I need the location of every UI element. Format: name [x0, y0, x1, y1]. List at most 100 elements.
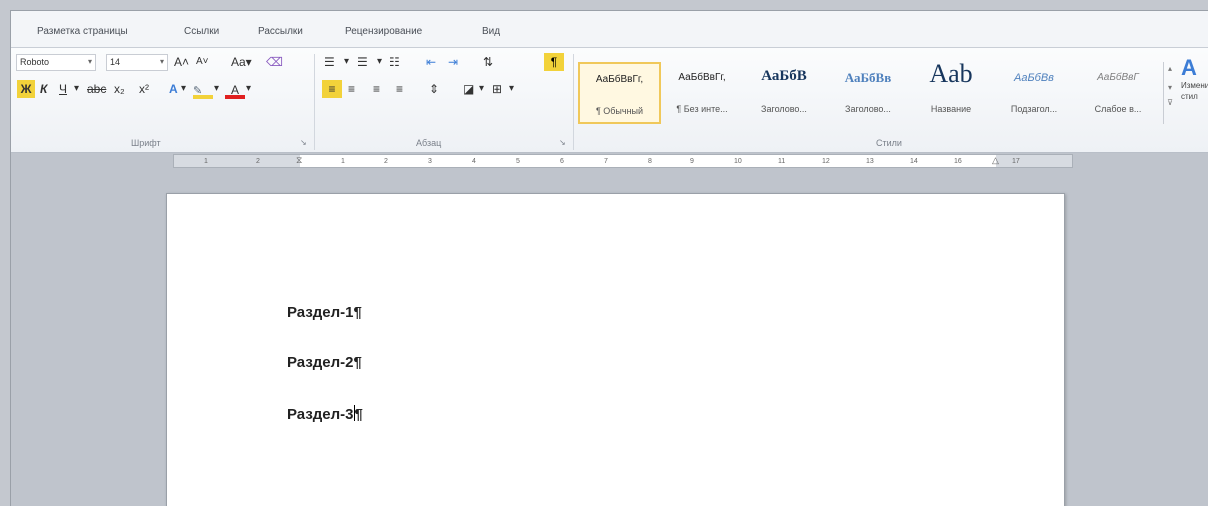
decrease-indent-icon[interactable]: ⇤ — [426, 53, 436, 71]
sort-icon[interactable]: ⇅ — [483, 53, 493, 71]
ruler-right-margin — [996, 155, 1072, 167]
paragraph-2[interactable]: Раздел-2¶ — [287, 354, 362, 371]
ruler-tick: 11 — [778, 158, 786, 165]
align-right-icon[interactable]: ≡ — [373, 80, 380, 98]
ribbon: Roboto ▾ 14 ▾ A˄ A˅ Aa▾ ⌫ Ж К Ч ▾ abc x₂… — [11, 48, 1208, 153]
ruler-tick: 1 — [204, 158, 208, 165]
ruler-tick: 3 — [428, 158, 432, 165]
style-title[interactable]: Aab Название — [910, 59, 992, 124]
right-indent-marker-icon[interactable]: △ — [992, 155, 999, 166]
superscript-button[interactable]: x² — [139, 80, 149, 98]
align-left-icon[interactable]: ≡ — [322, 80, 342, 98]
group-label-styles: Стили — [876, 138, 902, 148]
justify-icon[interactable]: ≡ — [396, 80, 403, 98]
subscript-button[interactable]: x₂ — [114, 80, 125, 98]
ruler-tick: 9 — [690, 158, 694, 165]
ruler-tick: 2 — [256, 158, 260, 165]
underline-button[interactable]: Ч — [59, 80, 67, 98]
chevron-down-icon[interactable]: ▾ — [181, 80, 186, 98]
ruler-tick: 5 — [516, 158, 520, 165]
change-case-button[interactable]: Aa▾ — [231, 53, 252, 71]
chevron-up-icon[interactable]: ▴ — [1164, 64, 1176, 73]
align-center-icon[interactable]: ≡ — [348, 80, 355, 98]
ruler-tick: 14 — [910, 158, 918, 165]
ruler-tick: 1 — [341, 158, 345, 165]
style-normal[interactable]: АаБбВвГг, ¶ Обычный — [578, 62, 661, 124]
document-page[interactable]: Раздел-1¶ Раздел-2¶ Раздел-3¶ — [166, 193, 1065, 506]
ruler-tick: 7 — [604, 158, 608, 165]
style-no-spacing[interactable]: АаБбВвГг, ¶ Без инте... — [663, 62, 741, 124]
group-label-font: Шрифт — [131, 138, 161, 148]
dialog-launcher-icon[interactable]: ↘ — [559, 138, 566, 147]
paragraph-mark: ¶ — [354, 406, 363, 423]
horizontal-ruler[interactable]: 1 2 ⧖ 1 2 3 4 5 6 7 8 9 10 11 12 13 14 1… — [173, 154, 1073, 168]
style-preview: АаБбВвГг, — [678, 72, 726, 83]
word-window: Разметка страницы Ссылки Рассылки Реценз… — [10, 10, 1208, 506]
dialog-launcher-icon[interactable]: ↘ — [300, 138, 307, 147]
change-styles-label: Измени стил — [1181, 81, 1208, 101]
highlight-icon[interactable]: ✎ — [193, 81, 213, 99]
style-preview: АаБбВвГ — [1097, 72, 1139, 83]
font-size-value: 14 — [110, 57, 121, 67]
font-color-icon[interactable]: A — [225, 81, 245, 99]
italic-button[interactable]: К — [40, 80, 47, 98]
tab-page-layout[interactable]: Разметка страницы — [37, 26, 128, 37]
chevron-down-icon[interactable]: ▾ — [377, 53, 382, 71]
style-name: Название — [930, 104, 972, 114]
ruler-tick: 17 — [1012, 158, 1020, 165]
tab-review[interactable]: Рецензирование — [345, 26, 422, 37]
chevron-down-icon[interactable]: ▾ — [344, 53, 349, 71]
shading-icon[interactable]: ◪ — [463, 80, 474, 98]
style-heading-2[interactable]: АаБбВв Заголово... — [827, 62, 909, 124]
style-subtle-emphasis[interactable]: АаБбВвГ Слабое в... — [1076, 62, 1160, 124]
show-formatting-icon[interactable]: ¶ — [544, 53, 564, 71]
strikethrough-button[interactable]: abc — [87, 80, 106, 98]
tab-view[interactable]: Вид — [482, 26, 500, 37]
grow-font-button[interactable]: A˄ — [174, 53, 189, 71]
styles-scroll[interactable]: ▴ ▾ ⊽ — [1163, 62, 1176, 124]
style-name: Заголово... — [845, 104, 891, 114]
bold-button[interactable]: Ж — [17, 80, 35, 98]
paragraph-1[interactable]: Раздел-1¶ — [287, 304, 362, 321]
clear-format-icon[interactable]: ⌫ — [266, 53, 283, 71]
indent-marker-icon[interactable]: ⧖ — [296, 155, 302, 166]
tab-mailings[interactable]: Рассылки — [258, 26, 303, 37]
style-preview: АаБбВвГг, — [595, 74, 644, 85]
chevron-down-icon[interactable]: ▾ — [1164, 83, 1176, 92]
chevron-down-icon[interactable]: ▾ — [214, 80, 219, 98]
change-styles-button[interactable]: A Измени стил — [1181, 56, 1208, 136]
paragraph-3[interactable]: Раздел-3¶ — [287, 405, 363, 423]
borders-icon[interactable]: ⊞ — [492, 80, 502, 98]
chevron-down-icon[interactable]: ▾ — [479, 80, 484, 98]
font-name-combo[interactable]: Roboto ▾ — [16, 54, 96, 71]
group-label-paragraph: Абзац — [416, 138, 442, 148]
font-size-combo[interactable]: 14 ▾ — [106, 54, 168, 71]
chevron-down-icon[interactable]: ▾ — [246, 80, 251, 98]
shrink-font-button[interactable]: A˅ — [196, 53, 209, 71]
chevron-down-icon[interactable]: ▾ — [509, 80, 514, 98]
ruler-tick: 16 — [954, 158, 962, 165]
ruler-tick: 8 — [648, 158, 652, 165]
chevron-down-icon[interactable]: ▾ — [74, 80, 79, 98]
text-effects-icon[interactable]: A — [169, 80, 178, 98]
bullets-icon[interactable]: ☰ — [324, 53, 335, 71]
tab-references[interactable]: Ссылки — [184, 26, 219, 37]
group-separator — [314, 54, 315, 150]
more-styles-icon[interactable]: ⊽ — [1164, 98, 1176, 107]
change-styles-icon: A — [1181, 55, 1197, 80]
multilevel-list-icon[interactable]: ☷ — [389, 53, 400, 71]
style-heading-1[interactable]: АаБбВ Заголово... — [742, 62, 826, 124]
ruler-tick: 2 — [384, 158, 388, 165]
chevron-down-icon: ▾ — [159, 57, 164, 66]
style-subtitle[interactable]: АаБбВв Подзагол... — [993, 62, 1075, 124]
style-preview: АаБбВв — [1014, 72, 1054, 84]
ruler-tick: 4 — [472, 158, 476, 165]
ribbon-tabs: Разметка страницы Ссылки Рассылки Реценз… — [11, 11, 1208, 48]
ruler-tick: 12 — [822, 158, 830, 165]
numbering-icon[interactable]: ☰ — [357, 53, 368, 71]
style-name: Заголово... — [761, 104, 807, 114]
style-name: Слабое в... — [1094, 104, 1142, 114]
line-spacing-icon[interactable]: ⇕ — [429, 80, 439, 98]
increase-indent-icon[interactable]: ⇥ — [448, 53, 458, 71]
style-preview: АаБбВ — [761, 68, 807, 84]
